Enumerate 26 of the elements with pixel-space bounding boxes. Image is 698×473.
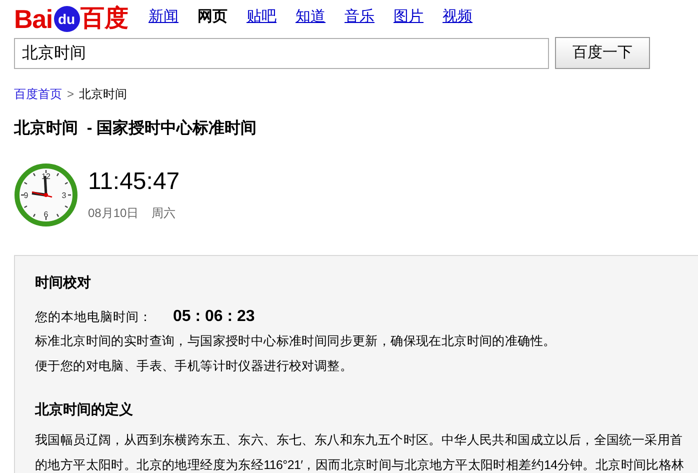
paragraph-text: 便于您的对电脑、手表、手机等计时仪器进行校对调整。: [35, 358, 354, 375]
paragraph-text: 我国幅员辽阔，从西到东横跨东五、东六、东七、东八和东九五个时区。中华人民共和国成立以后，全国统一采用首: [35, 432, 684, 449]
nav-link[interactable]: 图片: [394, 6, 424, 28]
section-heading: 北京时间的定义: [35, 400, 134, 419]
nav-link[interactable]: 贴吧: [246, 6, 277, 28]
nav-link[interactable]: 网页: [198, 6, 228, 28]
nav-link[interactable]: 新闻: [148, 6, 179, 28]
date-text: 08月10日: [88, 205, 139, 222]
nav-link[interactable]: 音乐: [344, 6, 375, 28]
current-time: 11:45:47: [88, 168, 180, 196]
paragraph-text: 标准北京时间的实时查询，与国家授时中心标准时间同步更新，确保现在北京时间的准确性。: [35, 333, 557, 350]
breadcrumb-current: 北京时间: [79, 86, 128, 103]
result-title: 北京时间 - 国家授时中心标准时间: [12, 118, 258, 139]
home-link[interactable]: 百度首页: [14, 85, 62, 103]
weekday-text: 周六: [152, 205, 176, 222]
nav-link[interactable]: 知道: [296, 6, 326, 28]
baidu-logo[interactable]: Bai du 百度: [14, 6, 129, 32]
search-button[interactable]: 百度一下: [555, 37, 650, 69]
search-field[interactable]: 北京时间: [14, 38, 549, 68]
section-heading: 时间校对: [35, 273, 92, 292]
local-time-label: 您的本地电脑时间：: [35, 308, 153, 326]
paragraph-text: 的地方平太阳时。北京的地理经度为东经116°21′，因而北京时间与北京地方平太阳时相差约14分钟。北京时间比格林: [35, 457, 686, 473]
nav-link[interactable]: 视频: [442, 6, 473, 28]
breadcrumb-separator: >: [67, 86, 74, 103]
local-time: 05 : 06 : 23: [173, 307, 255, 327]
clock-icon: 12 3 6 9: [14, 163, 78, 227]
